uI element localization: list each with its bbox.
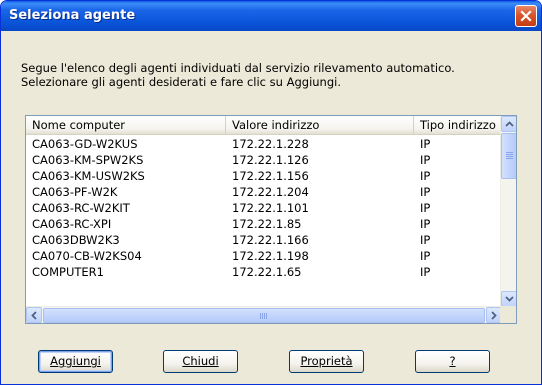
list-row[interactable]: COMPUTER1 172.22.1.65 IP: [26, 264, 502, 280]
list-row[interactable]: CA063-RC-W2KIT 172.22.1.101 IP: [26, 200, 502, 216]
properties-button-label: Proprietà: [300, 354, 353, 368]
scrollbar-corner: [500, 306, 516, 323]
cell-address-value: 172.22.1.228: [232, 137, 309, 151]
vertical-scrollbar[interactable]: [500, 116, 516, 307]
add-button[interactable]: Aggiungi: [38, 350, 113, 373]
cell-address-type: IP: [420, 217, 431, 231]
agent-list[interactable]: Nome computer Valore indirizzo Tipo indi…: [25, 115, 517, 324]
help-button-label: ?: [449, 354, 456, 368]
vertical-scroll-thumb[interactable]: [501, 133, 516, 179]
list-row[interactable]: CA070-CB-W2KS04 172.22.1.198 IP: [26, 248, 502, 264]
add-button-label: Aggiungi: [50, 354, 101, 368]
cell-address-type: IP: [420, 265, 431, 279]
list-row[interactable]: CA063-RC-XPI 172.22.1.85 IP: [26, 216, 502, 232]
list-row[interactable]: CA063-KM-USW2KS 172.22.1.156 IP: [26, 168, 502, 184]
cell-address-value: 172.22.1.126: [232, 153, 309, 167]
cell-computer-name: CA063-RC-W2KIT: [32, 201, 130, 215]
cell-address-type: IP: [420, 169, 431, 183]
list-row[interactable]: CA063-KM-SPW2KS 172.22.1.126 IP: [26, 152, 502, 168]
horizontal-scroll-thumb[interactable]: [43, 308, 485, 323]
scroll-down-button[interactable]: [501, 291, 516, 307]
cell-address-type: IP: [420, 249, 431, 263]
chevron-left-icon: [31, 310, 37, 320]
close-icon: [520, 10, 532, 22]
cell-address-value: 172.22.1.101: [232, 201, 309, 215]
cell-address-value: 172.22.1.204: [232, 185, 309, 199]
description-line-1: Segue l'elenco degli agenti individuati …: [21, 61, 455, 75]
cell-computer-name: CA063DBW2K3: [32, 233, 120, 247]
cell-address-type: IP: [420, 153, 431, 167]
column-header-address-type[interactable]: Tipo indirizzo: [414, 116, 502, 135]
list-row[interactable]: CA063-GD-W2KUS 172.22.1.228 IP: [26, 136, 502, 152]
cell-computer-name: CA063-PF-W2K: [32, 185, 118, 199]
cell-address-value: 172.22.1.156: [232, 169, 309, 183]
list-row[interactable]: CA063DBW2K3 172.22.1.166 IP: [26, 232, 502, 248]
cell-computer-name: CA063-KM-SPW2KS: [32, 153, 144, 167]
close-button[interactable]: Chiudi: [163, 350, 238, 373]
dialog-body: Segue l'elenco degli agenti individuati …: [4, 31, 538, 383]
column-header-address-value[interactable]: Valore indirizzo: [226, 116, 414, 135]
scroll-up-button[interactable]: [501, 116, 516, 132]
cell-computer-name: CA063-GD-W2KUS: [32, 137, 138, 151]
description-line-2: Selezionare gli agenti desiderati e fare…: [21, 75, 341, 89]
title-bar[interactable]: Seleziona agente: [1, 1, 541, 31]
chevron-down-icon: [504, 296, 514, 302]
cell-address-type: IP: [420, 137, 431, 151]
list-row[interactable]: CA063-PF-W2K 172.22.1.204 IP: [26, 184, 502, 200]
cell-computer-name: COMPUTER1: [32, 265, 104, 279]
horizontal-scrollbar[interactable]: [26, 306, 502, 323]
cell-address-value: 172.22.1.85: [232, 217, 302, 231]
cell-computer-name: CA070-CB-W2KS04: [32, 249, 142, 263]
close-window-button[interactable]: [515, 5, 537, 27]
cell-computer-name: CA063-RC-XPI: [32, 217, 112, 231]
list-header: Nome computer Valore indirizzo Tipo indi…: [26, 116, 502, 135]
help-button[interactable]: ?: [415, 350, 490, 373]
cell-address-value: 172.22.1.166: [232, 233, 309, 247]
chevron-right-icon: [491, 310, 497, 320]
list-rows: CA063-GD-W2KUS 172.22.1.228 IP CA063-KM-…: [26, 136, 502, 280]
chevron-up-icon: [504, 121, 514, 127]
cell-address-type: IP: [420, 233, 431, 247]
properties-button[interactable]: Proprietà: [289, 350, 364, 373]
scroll-left-button[interactable]: [26, 307, 42, 323]
cell-computer-name: CA063-KM-USW2KS: [32, 169, 145, 183]
dialog-window: Seleziona agente Segue l'elenco degli ag…: [0, 0, 542, 385]
cell-address-value: 172.22.1.198: [232, 249, 309, 263]
column-header-computer-name[interactable]: Nome computer: [26, 116, 226, 135]
cell-address-value: 172.22.1.65: [232, 265, 302, 279]
description-text: Segue l'elenco degli agenti individuati …: [21, 61, 521, 89]
close-button-label: Chiudi: [182, 354, 219, 368]
window-title: Seleziona agente: [9, 8, 136, 23]
cell-address-type: IP: [420, 201, 431, 215]
cell-address-type: IP: [420, 185, 431, 199]
